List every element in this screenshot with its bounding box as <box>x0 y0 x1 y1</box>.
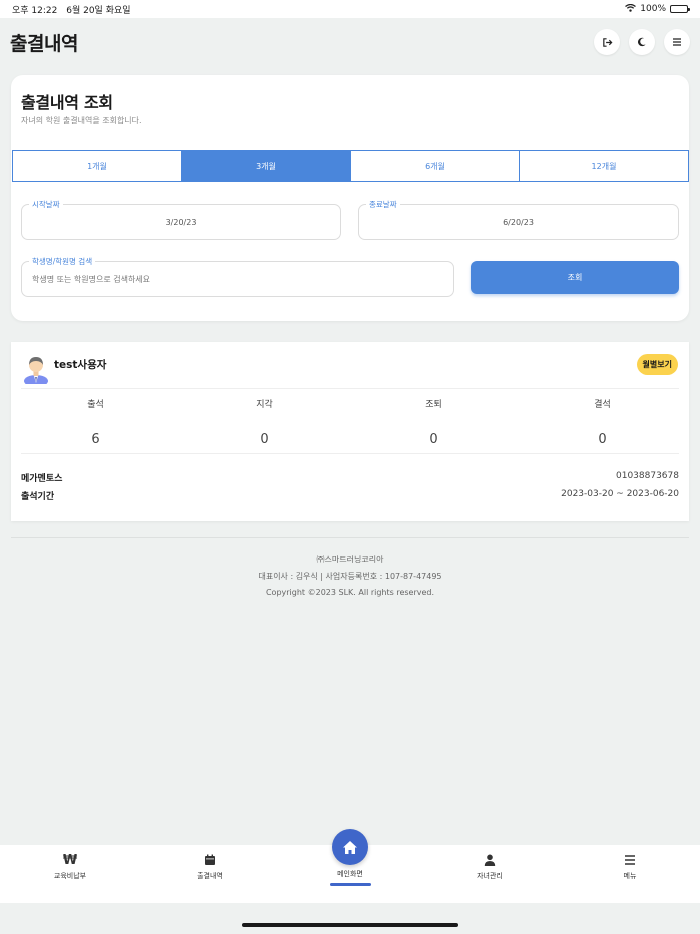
nav-label: 출결내역 <box>197 872 223 880</box>
stat-attend: 출석 6 <box>11 394 180 447</box>
nav-item-menu[interactable]: 메뉴 <box>560 845 700 903</box>
menu-icon <box>624 853 636 867</box>
end-date-field[interactable]: 종료날짜 6/20/23 <box>358 199 679 240</box>
nav-label: 교육비납부 <box>53 872 87 880</box>
status-time: 오후 12:22 <box>12 5 58 16</box>
query-button[interactable]: 조회 <box>471 261 679 294</box>
stat-value: 6 <box>91 432 100 447</box>
tab-1-month[interactable]: 1개월 <box>12 150 182 182</box>
tab-3-months[interactable]: 3개월 <box>181 150 351 182</box>
monthly-view-button[interactable]: 월별보기 <box>636 354 678 375</box>
search-placeholder: 학생명 또는 학원명으로 검색하세요 <box>32 274 151 284</box>
wifi-icon <box>625 3 637 15</box>
stat-value: 0 <box>429 432 438 447</box>
nav-label: 메뉴 <box>623 872 637 880</box>
status-date: 6월 20일 화요일 <box>66 5 131 16</box>
footer-copyright: Copyright ©2023 SLK. All rights reserved… <box>265 588 435 597</box>
battery-percent: 100% <box>640 4 666 14</box>
footer-divider <box>11 537 689 538</box>
nav-item-home[interactable]: 메인화면 <box>280 829 420 903</box>
status-bar: 오후 12:22 6월 20일 화요일 100% <box>0 0 700 18</box>
battery-icon <box>670 5 690 13</box>
attendance-stats: 출석 6 지각 0 조퇴 0 결석 0 <box>11 394 689 447</box>
hamburger-icon <box>673 38 681 46</box>
tab-12-months[interactable]: 12개월 <box>519 150 689 182</box>
period-row: 출석기간 2023-03-20 ~ 2023-06-20 <box>21 489 679 502</box>
period-value: 2023-03-20 ~ 2023-06-20 <box>561 489 679 499</box>
nav-item-payment[interactable]: ₩ 교육비납부 <box>0 845 140 903</box>
attendance-search-card: 출결내역 조회 자녀의 학원 출결내역을 조회합니다. 1개월 3개월 6개월 … <box>11 75 689 321</box>
nav-item-children[interactable]: 자녀관리 <box>420 845 560 903</box>
end-date-value: 6/20/23 <box>503 217 534 227</box>
stat-value: 0 <box>260 432 269 447</box>
divider <box>21 388 679 389</box>
academy-row: 메가멘토스 01038873678 <box>21 471 679 484</box>
stat-value: 0 <box>598 432 607 447</box>
footer-company: ㈜스마트러닝코리아 <box>316 555 384 564</box>
won-icon: ₩ <box>62 852 78 868</box>
stat-label: 지각 <box>256 400 273 410</box>
stat-label: 출석 <box>87 400 104 410</box>
bottom-navigation: ₩ 교육비납부 출결내역 메인화면 자녀관리 메뉴 <box>0 829 700 903</box>
tab-6-months[interactable]: 6개월 <box>350 150 520 182</box>
dark-mode-button[interactable] <box>629 29 655 55</box>
footer-ceo-info: 대표이사 : 김우식 | 사업자등록번호 : 107-87-47495 <box>258 571 442 581</box>
person-icon <box>484 853 496 867</box>
home-indicator[interactable] <box>242 923 458 927</box>
app-bar: 출결내역 <box>0 18 700 66</box>
menu-button[interactable] <box>664 29 690 55</box>
start-date-value: 3/20/23 <box>165 217 197 227</box>
stat-label: 결석 <box>594 400 611 410</box>
nav-item-attendance[interactable]: 출결내역 <box>140 845 280 903</box>
attendance-result-card: test사용자 월별보기 출석 6 지각 0 조퇴 0 결석 0 메가멘토스 0… <box>11 342 689 521</box>
nav-label: 자녀관리 <box>477 872 503 880</box>
start-date-field[interactable]: 시작날짜 3/20/23 <box>21 199 341 240</box>
moon-icon <box>638 37 646 47</box>
academy-name: 메가멘토스 <box>21 474 63 484</box>
search-input[interactable]: 학생명/학원명 검색 학생명 또는 학원명으로 검색하세요 <box>21 256 454 297</box>
logout-button[interactable] <box>594 29 620 55</box>
logout-icon <box>602 37 612 47</box>
search-card-subtitle: 자녀의 학원 출결내역을 조회합니다. <box>21 116 142 125</box>
stat-early-leave: 조퇴 0 <box>349 394 518 447</box>
stat-late: 지각 0 <box>180 394 349 447</box>
home-icon <box>332 829 368 865</box>
footer: ㈜스마트러닝코리아 대표이사 : 김우식 | 사업자등록번호 : 107-87-… <box>0 552 700 602</box>
user-avatar-icon <box>24 357 48 384</box>
stat-label: 조퇴 <box>425 400 442 410</box>
divider <box>21 453 679 454</box>
calendar-icon <box>204 853 216 867</box>
period-tabs: 1개월 3개월 6개월 12개월 <box>12 150 689 182</box>
page-title: 출결내역 <box>10 32 78 55</box>
active-indicator <box>329 883 371 886</box>
nav-label: 메인화면 <box>337 870 363 878</box>
stat-absent: 결석 0 <box>518 394 687 447</box>
period-label: 출석기간 <box>21 492 55 502</box>
user-name: test사용자 <box>54 359 107 371</box>
search-card-title: 출결내역 조회 <box>21 93 113 112</box>
academy-phone: 01038873678 <box>616 471 679 481</box>
